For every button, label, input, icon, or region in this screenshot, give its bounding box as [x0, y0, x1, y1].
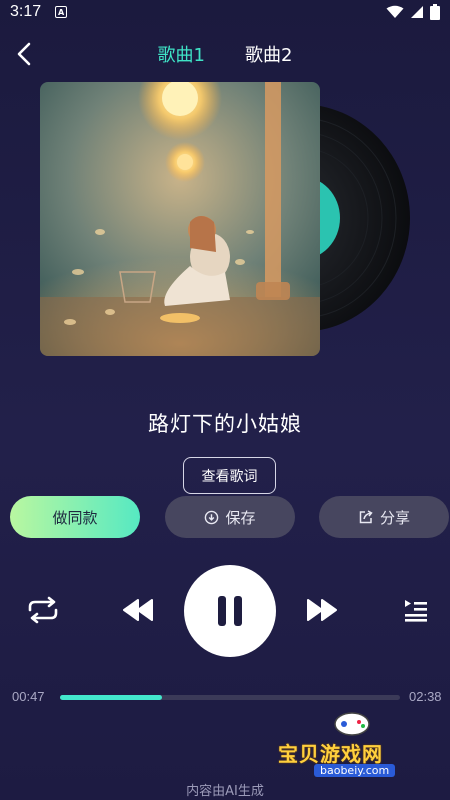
wifi-icon — [386, 5, 404, 18]
status-time: 3:17 — [10, 3, 42, 20]
repeat-icon — [28, 596, 58, 624]
song-title: 路灯下的小姑娘 — [148, 412, 302, 436]
rewind-icon — [123, 599, 153, 621]
game-controller-icon — [334, 712, 370, 736]
album-art-illustration — [40, 82, 320, 356]
make-same-style-button[interactable]: 做同款 — [10, 496, 140, 538]
share-icon — [359, 510, 373, 524]
back-arrow-icon[interactable] — [12, 40, 40, 68]
playlist-button[interactable] — [402, 597, 430, 623]
playlist-icon — [405, 600, 427, 622]
save-label: 保存 — [225, 508, 256, 527]
next-button[interactable] — [304, 595, 340, 625]
progress-row: 00:47 02:38 — [0, 688, 450, 708]
view-lyrics-button[interactable]: 查看歌词 — [183, 457, 276, 494]
previous-button[interactable] — [120, 595, 156, 625]
playback-controls — [0, 565, 450, 657]
action-row: 做同款 保存 分享 — [0, 496, 450, 540]
share-label: 分享 — [379, 508, 410, 527]
tab-song-1[interactable]: 歌曲1 — [158, 41, 205, 67]
watermark-text: 宝贝游戏网 — [278, 742, 383, 766]
total-time: 02:38 — [409, 689, 442, 704]
header: 歌曲1 歌曲2 — [0, 36, 450, 72]
progress-bar[interactable] — [60, 695, 400, 700]
tab-song-2[interactable]: 歌曲2 — [245, 41, 292, 67]
progress-fill — [60, 695, 162, 700]
battery-icon — [430, 4, 440, 20]
status-bar: 3:17 A — [0, 0, 450, 24]
share-button[interactable]: 分享 — [319, 496, 449, 538]
make-same-style-label: 做同款 — [52, 508, 98, 527]
download-circle-icon — [205, 510, 219, 524]
notification-icon: A — [55, 6, 68, 18]
current-time: 00:47 — [12, 689, 45, 704]
song-tabs: 歌曲1 歌曲2 — [158, 41, 293, 67]
status-icons — [386, 4, 440, 20]
repeat-button[interactable] — [26, 595, 60, 625]
pause-button[interactable] — [184, 565, 276, 657]
fast-forward-icon — [307, 599, 337, 621]
signal-icon — [411, 6, 423, 18]
pause-icon — [218, 596, 242, 626]
watermark-logo: 宝贝游戏网 baobeiy.com — [274, 706, 424, 780]
album-cover — [40, 82, 320, 356]
save-button[interactable]: 保存 — [165, 496, 295, 538]
watermark-url: baobeiy.com — [314, 764, 396, 777]
ai-generated-note: 内容由AI生成 — [186, 784, 264, 799]
